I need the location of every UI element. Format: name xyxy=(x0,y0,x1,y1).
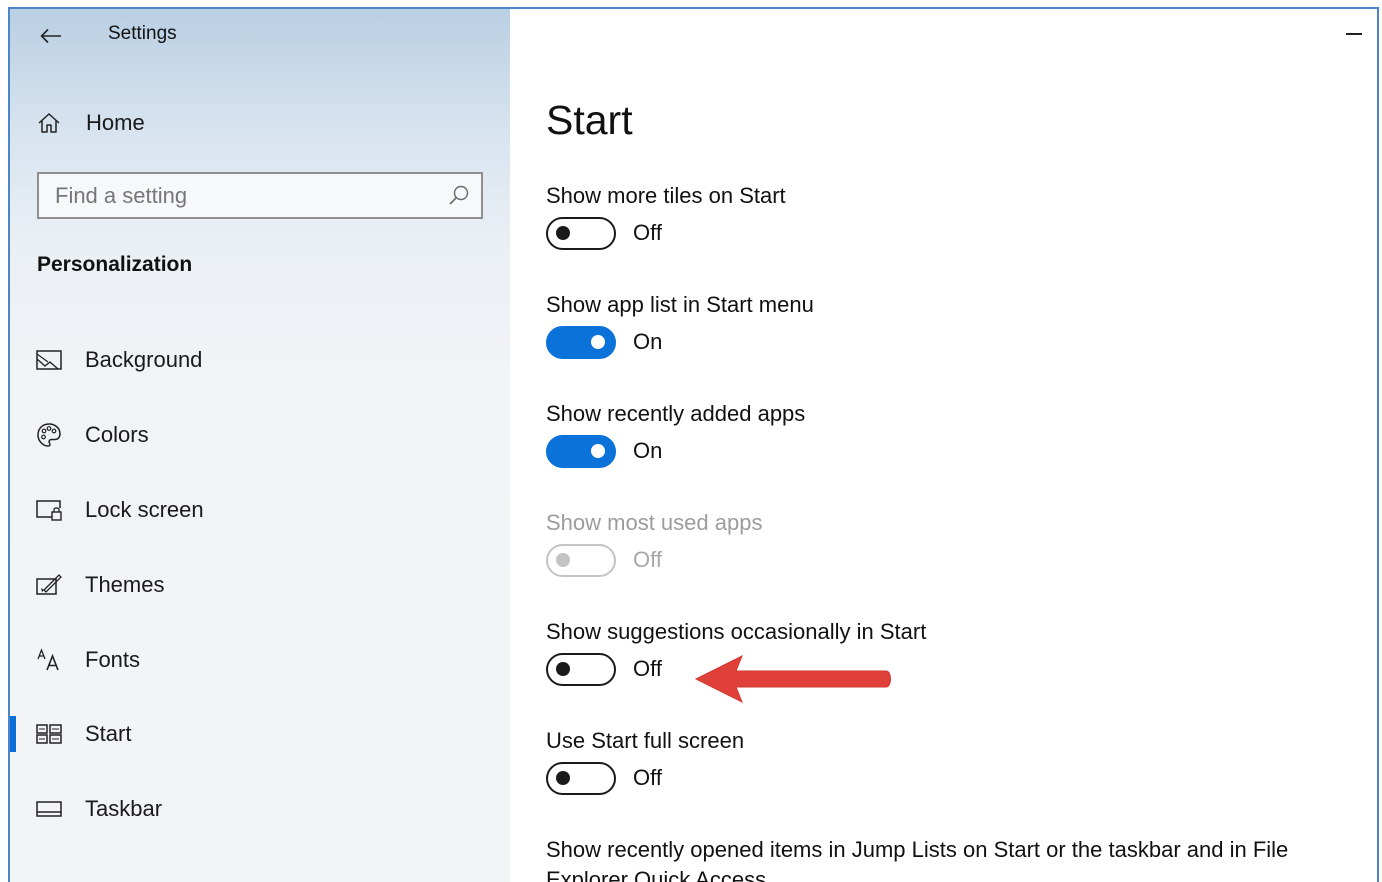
toggle-state-label: Off xyxy=(633,765,662,790)
sidebar-item-label: Lock screen xyxy=(85,497,204,522)
back-arrow-icon xyxy=(40,28,61,44)
setting-label: Use Start full screen xyxy=(546,728,745,753)
sidebar-item-start[interactable]: Start xyxy=(10,708,510,760)
main-content: Start Show more tiles on Start Off Show … xyxy=(510,9,1377,882)
toggle-state-label: Off xyxy=(633,220,662,245)
section-header: Personalization xyxy=(37,253,193,276)
minimize-button[interactable] xyxy=(1341,21,1367,47)
toggle-state-label: On xyxy=(633,329,663,354)
back-button[interactable] xyxy=(36,21,66,51)
sidebar-item-label: Colors xyxy=(85,422,149,447)
sidebar-item-lock-screen[interactable]: Lock screen xyxy=(10,484,510,536)
setting-label: Show suggestions occasionally in Start xyxy=(546,619,927,644)
taskbar-icon xyxy=(36,796,62,822)
sidebar-item-label: Start xyxy=(85,721,132,746)
fonts-icon xyxy=(36,647,62,673)
selected-indicator xyxy=(10,716,16,752)
app-title: Settings xyxy=(108,23,177,44)
minimize-icon xyxy=(1346,33,1362,35)
setting-label: Show more tiles on Start xyxy=(546,183,786,208)
sidebar-item-colors[interactable]: Colors xyxy=(10,409,510,461)
sidebar-item-label: Themes xyxy=(85,572,165,597)
sidebar-item-label: Background xyxy=(85,347,203,372)
sidebar-item-label: Home xyxy=(86,110,145,135)
toggle-state-label: On xyxy=(633,438,663,463)
toggle-knob xyxy=(556,771,570,785)
toggle-knob xyxy=(556,662,570,676)
palette-icon xyxy=(36,422,62,448)
toggle-switch[interactable] xyxy=(546,435,616,468)
sidebar-item-themes[interactable]: Themes xyxy=(10,559,510,611)
sidebar: Settings Home Personalization xyxy=(10,9,510,882)
toggle-knob xyxy=(556,553,570,567)
toggle-knob xyxy=(591,444,605,458)
sidebar-item-taskbar[interactable]: Taskbar xyxy=(10,783,510,835)
toggle-state-label: Off xyxy=(633,656,662,681)
lock-screen-icon xyxy=(36,497,62,523)
setting-label-jump-lists: Show recently opened items in Jump Lists… xyxy=(546,837,1289,882)
sidebar-item-fonts[interactable]: Fonts xyxy=(10,634,510,686)
setting-label: Show app list in Start menu xyxy=(546,292,814,317)
sidebar-item-label: Fonts xyxy=(85,647,141,672)
sidebar-item-background[interactable]: Background xyxy=(10,334,510,386)
settings-window: Settings Home Personalization xyxy=(8,7,1379,882)
toggle-switch[interactable] xyxy=(546,326,616,359)
toggle-knob xyxy=(556,226,570,240)
toggle-state-label: Off xyxy=(633,547,662,572)
page-title: Start xyxy=(546,97,633,143)
sidebar-item-label: Taskbar xyxy=(85,796,163,821)
toggle-switch[interactable] xyxy=(546,217,616,250)
home-icon xyxy=(36,110,62,136)
image-icon xyxy=(36,347,62,373)
toggle-switch xyxy=(546,544,616,577)
search-input[interactable] xyxy=(55,174,435,217)
sidebar-item-home[interactable]: Home xyxy=(10,97,510,149)
setting-label: Show most used apps xyxy=(546,510,763,535)
toggle-switch[interactable] xyxy=(546,653,616,686)
toggle-switch[interactable] xyxy=(546,762,616,795)
start-tiles-icon xyxy=(36,721,62,747)
setting-label: Show recently added apps xyxy=(546,401,806,426)
toggle-knob xyxy=(591,335,605,349)
themes-icon xyxy=(36,572,62,598)
annotation-arrow-icon xyxy=(694,654,891,704)
search-icon[interactable] xyxy=(447,184,471,208)
search-box[interactable] xyxy=(37,172,483,219)
